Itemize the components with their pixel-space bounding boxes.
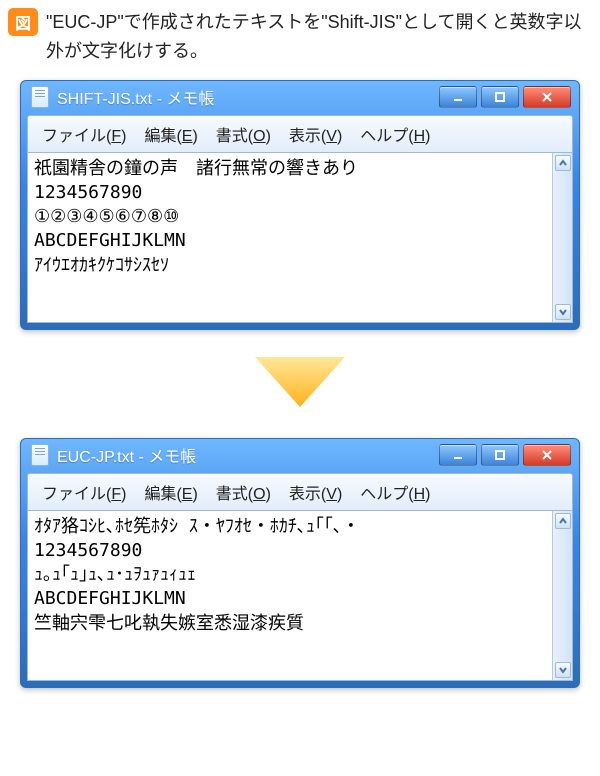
figure-caption: 図 "EUC-JP"で作成されたテキストを"Shift-JIS"として開くと英数… <box>8 8 592 66</box>
vertical-scrollbar[interactable] <box>552 153 572 322</box>
figure-badge: 図 <box>8 8 38 36</box>
menu-view[interactable]: 表示(V) <box>289 480 342 504</box>
menubar: ファイル(F) 編集(E) 書式(O) 表示(V) ヘルプ(H) <box>27 115 573 153</box>
menubar: ファイル(F) 編集(E) 書式(O) 表示(V) ヘルプ(H) <box>27 473 573 511</box>
menu-edit[interactable]: 編集(E) <box>144 480 197 504</box>
scroll-up-button[interactable] <box>555 155 571 171</box>
scroll-down-button[interactable] <box>555 304 571 320</box>
scroll-up-button[interactable] <box>555 513 571 529</box>
menu-file[interactable]: ファイル(F) <box>42 480 126 504</box>
text-area[interactable]: 祇園精舎の鐘の声 諸行無常の響きあり 1234567890 ①②③④⑤⑥⑦⑧⑩ … <box>28 153 552 322</box>
notepad-window-shiftjis: SHIFT-JIS.txt - メモ帳 ファイル(F) 編集(E) 書式(O) … <box>20 80 580 330</box>
notepad-window-eucjp: EUC-JP.txt - メモ帳 ファイル(F) 編集(E) 書式(O) 表示(… <box>20 438 580 688</box>
window-title: EUC-JP.txt - メモ帳 <box>57 443 196 467</box>
menu-edit[interactable]: 編集(E) <box>144 122 197 146</box>
menu-format[interactable]: 書式(O) <box>216 480 271 504</box>
down-arrow-icon <box>8 352 592 412</box>
menu-help[interactable]: ヘルプ(H) <box>360 122 430 146</box>
window-title: SHIFT-JIS.txt - メモ帳 <box>57 85 214 109</box>
titlebar[interactable]: EUC-JP.txt - メモ帳 <box>27 439 573 473</box>
minimize-button[interactable] <box>439 86 477 108</box>
maximize-button[interactable] <box>481 444 519 466</box>
titlebar[interactable]: SHIFT-JIS.txt - メモ帳 <box>27 81 573 115</box>
menu-file[interactable]: ファイル(F) <box>42 122 126 146</box>
close-button[interactable] <box>523 444 571 466</box>
menu-format[interactable]: 書式(O) <box>216 122 271 146</box>
vertical-scrollbar[interactable] <box>552 511 572 680</box>
caption-text: "EUC-JP"で作成されたテキストを"Shift-JIS"として開くと英数字以… <box>46 8 592 66</box>
notepad-icon <box>31 444 49 466</box>
maximize-button[interactable] <box>481 86 519 108</box>
close-button[interactable] <box>523 86 571 108</box>
menu-help[interactable]: ヘルプ(H) <box>360 480 430 504</box>
minimize-button[interactable] <box>439 444 477 466</box>
notepad-icon <box>31 86 49 108</box>
menu-view[interactable]: 表示(V) <box>289 122 342 146</box>
text-area[interactable]: ｵﾀｱ狢ｺｼﾋ､ﾎｾ筅ﾎﾀｼ ｽ・ﾔﾌｵｾ・ﾎｶﾁ､ｭ｢｢､・ 12345678… <box>28 511 552 680</box>
scroll-down-button[interactable] <box>555 662 571 678</box>
